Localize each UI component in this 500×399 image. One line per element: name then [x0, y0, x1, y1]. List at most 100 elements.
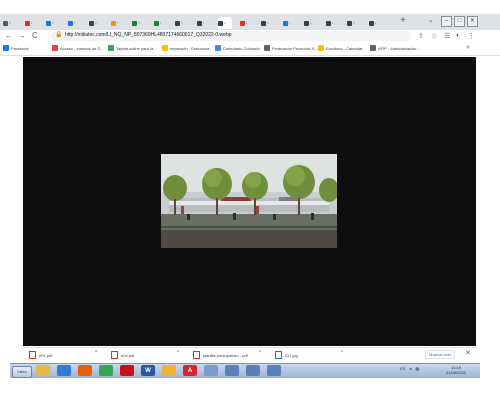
url-text[interactable]: http://mitiatec.com/LI_NQ_NP_807369HL480… [65, 32, 232, 38]
tab-close-icon[interactable]: × [138, 21, 143, 25]
tab-search-button[interactable]: ⌄ [428, 16, 434, 24]
tab-close-icon[interactable]: × [9, 21, 14, 25]
browser-tab[interactable]: × [132, 17, 143, 29]
tab-close-icon[interactable]: × [95, 21, 100, 25]
volume-icon[interactable]: ◂ [409, 366, 411, 371]
close-window-button[interactable]: ✕ [467, 16, 478, 27]
browser-tab[interactable]: × [24, 17, 36, 29]
back-button[interactable]: ← [5, 31, 13, 40]
download-item[interactable]: e01.pdf [29, 351, 52, 359]
tab-close-icon[interactable]: × [52, 21, 57, 25]
tab-close-icon[interactable]: × [203, 21, 208, 25]
download-options-chevron[interactable]: ^ [341, 350, 343, 356]
taskbar-app-firefox[interactable] [78, 365, 92, 376]
download-options-chevron[interactable]: ^ [95, 350, 97, 356]
tab-close-icon[interactable]: × [246, 21, 251, 25]
download-item[interactable]: e02.pdf [111, 351, 134, 359]
browser-tab[interactable]: × [175, 17, 186, 29]
taskbar-app-picture[interactable] [162, 365, 176, 376]
bookmark-label: AFIP - Administración... [378, 45, 420, 51]
browser-tab[interactable]: × [67, 17, 79, 29]
download-options-chevron[interactable]: ^ [177, 350, 179, 356]
close-download-shelf-button[interactable]: ✕ [465, 349, 471, 357]
bookmark-item[interactable]: Impresión - Estructura... [162, 45, 213, 51]
bookmark-item[interactable]: Acceso - cuentas de G... [52, 45, 104, 51]
tab-favicon [46, 20, 51, 26]
browser-tab[interactable]: × [304, 17, 315, 29]
clock-date: 01/08/2022 [446, 370, 467, 375]
browser-tab[interactable]: × [3, 17, 14, 29]
new-tab-button[interactable]: + [400, 15, 406, 26]
storefront-photo[interactable] [161, 154, 337, 248]
tab-close-icon[interactable]: × [332, 21, 337, 25]
tab-close-icon[interactable]: × [267, 21, 272, 25]
tab-close-icon[interactable]: × [74, 21, 79, 25]
bookmark-item[interactable]: Facebook [3, 45, 29, 51]
bookmark-icon [215, 45, 221, 51]
tab-close-icon[interactable]: × [289, 21, 294, 25]
tab-close-icon[interactable]: × [375, 21, 380, 25]
bookmark-item[interactable]: Federación Provincial S... [264, 45, 318, 51]
share-icon[interactable]: ⇪ [418, 32, 424, 40]
bookmark-icon [162, 45, 168, 51]
taskbar-app-chrome[interactable] [99, 365, 113, 376]
tab-favicon [368, 20, 374, 26]
bookmark-star-icon[interactable]: ☆ [431, 32, 437, 40]
bookmarks-more-button[interactable]: » [466, 44, 470, 51]
bookmark-item[interactable]: Tarjeta online para la... [108, 45, 156, 51]
bookmark-icon [108, 45, 114, 51]
bookmark-item[interactable]: AFIP - Administración... [370, 45, 420, 51]
tab-close-icon[interactable]: × [310, 21, 315, 25]
browser-tab[interactable]: × [261, 17, 272, 29]
taskbar-app-window3[interactable] [267, 365, 281, 376]
tab-favicon [132, 20, 137, 26]
browser-tab[interactable]: × [218, 17, 232, 29]
taskbar-app-acrobat[interactable]: A [183, 365, 197, 376]
profile-icon[interactable]: ◐ [456, 32, 460, 39]
tab-close-icon[interactable]: × [31, 21, 36, 25]
tab-close-icon[interactable]: × [181, 21, 186, 25]
minimize-button[interactable]: – [441, 16, 452, 27]
address-bar[interactable]: 🔒 http://mitiatec.com/LI_NQ_NP_807369HL4… [51, 31, 411, 41]
maximize-button[interactable]: □ [454, 16, 465, 27]
browser-tab[interactable]: × [89, 17, 100, 29]
taskbar-app-window1[interactable] [225, 365, 239, 376]
browser-tab[interactable]: × [325, 17, 337, 29]
taskbar-clock[interactable]: 10:19 01/08/2022 [446, 365, 466, 375]
reading-list-icon[interactable]: ☰ [444, 32, 450, 40]
window-controls: – □ ✕ [441, 16, 478, 27]
bookmark-item[interactable]: Calendario Colorado [215, 45, 260, 51]
tab-close-icon[interactable]: × [160, 21, 165, 25]
bookmark-label: Escritorio - Calendar... [326, 45, 366, 51]
browser-tab[interactable]: × [368, 17, 380, 29]
language-indicator[interactable]: ES [400, 366, 405, 371]
taskbar-app-paint[interactable] [204, 365, 218, 376]
browser-tab[interactable]: × [196, 17, 208, 29]
show-all-downloads-button[interactable]: Mostrar todo [425, 350, 456, 359]
tab-close-icon[interactable]: × [353, 21, 358, 25]
download-item[interactable]: planilla presupuesto - pdf [193, 351, 248, 359]
download-options-chevron[interactable]: ^ [259, 350, 261, 356]
menu-icon[interactable]: ⋮ [468, 32, 475, 40]
forward-button[interactable]: → [18, 31, 26, 40]
browser-tab[interactable]: × [110, 17, 122, 29]
tab-favicon [282, 20, 288, 26]
tab-favicon [196, 20, 202, 26]
browser-tab[interactable]: × [46, 17, 57, 29]
tab-close-icon[interactable]: × [117, 21, 122, 25]
browser-tab[interactable]: × [282, 17, 294, 29]
reload-button[interactable]: C [32, 31, 38, 40]
browser-tab[interactable]: × [239, 17, 251, 29]
download-item[interactable]: IO1.jpg [275, 351, 298, 359]
tab-close-icon[interactable]: × [224, 21, 229, 25]
browser-tab[interactable]: × [347, 17, 358, 29]
taskbar-app-folder[interactable] [36, 365, 50, 376]
taskbar-app-window2[interactable] [246, 365, 260, 376]
browser-tab[interactable]: × [153, 17, 165, 29]
taskbar-app-word[interactable]: W [141, 365, 155, 376]
network-icon[interactable]: ▦ [415, 366, 419, 371]
taskbar-app-opera[interactable] [120, 365, 134, 376]
taskbar-app-media[interactable] [57, 365, 71, 376]
bookmark-item[interactable]: Escritorio - Calendar... [318, 45, 366, 51]
start-button[interactable]: Inicio [12, 366, 32, 378]
